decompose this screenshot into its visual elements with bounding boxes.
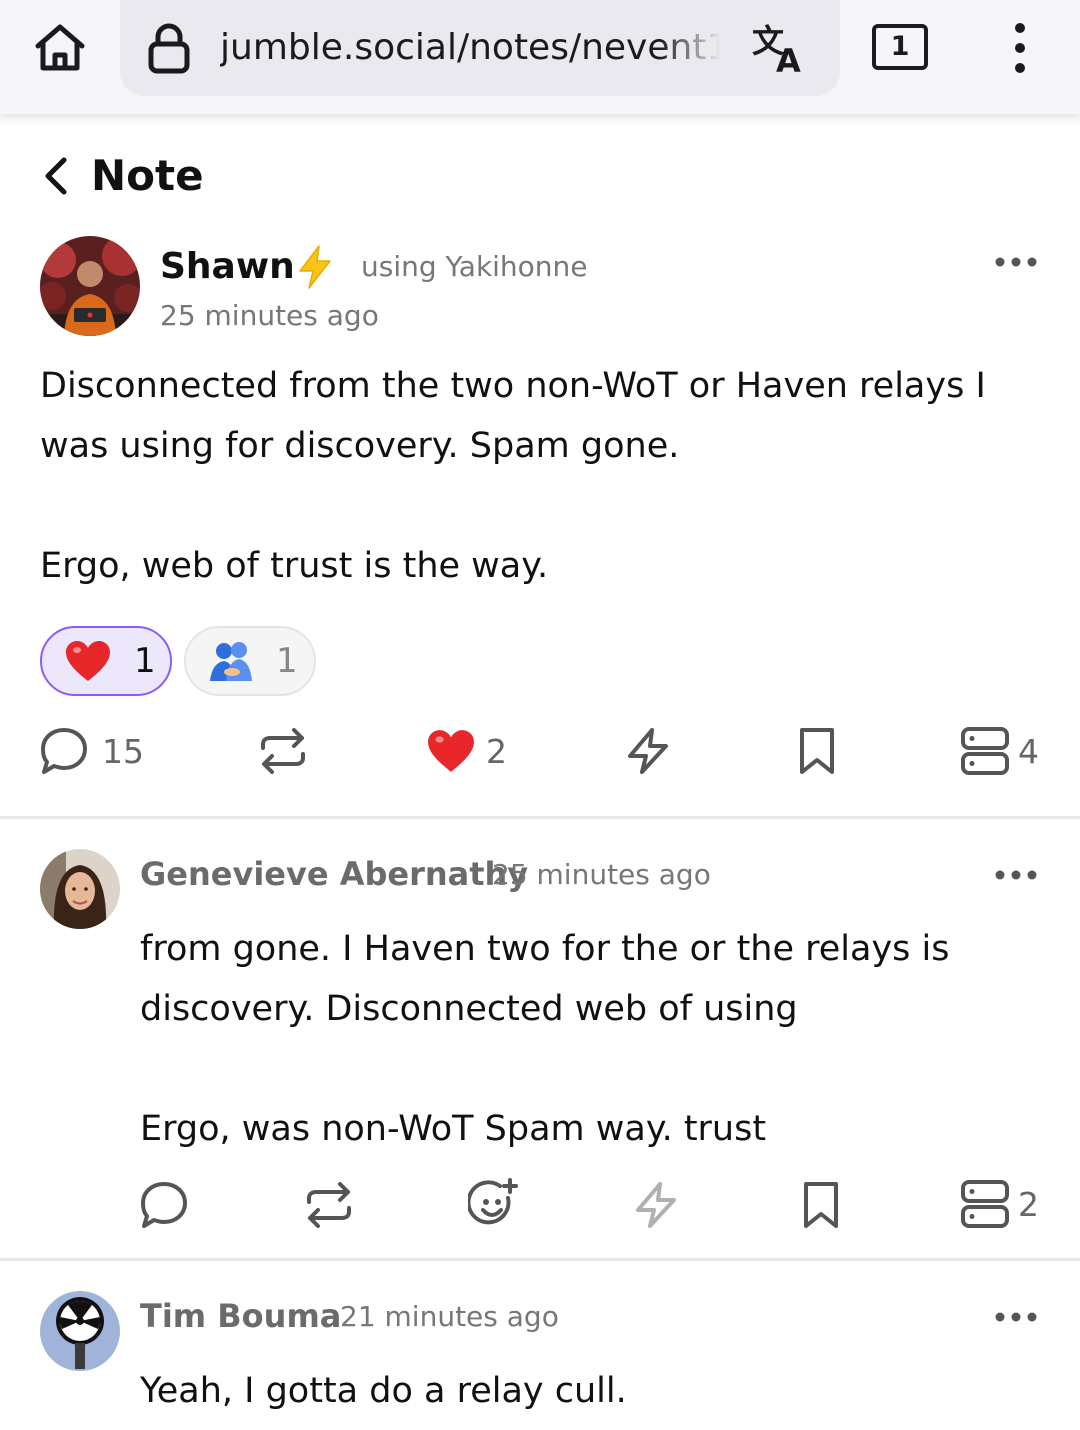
server-icon xyxy=(961,1180,1009,1228)
reply-content: Yeah, I gotta do a relay cull. xyxy=(140,1371,627,1411)
bookmark-button[interactable] xyxy=(796,726,838,776)
author-name[interactable]: Shawn xyxy=(160,244,295,290)
page-title: Note xyxy=(91,151,204,200)
zap-badge-icon xyxy=(299,245,331,289)
like-button[interactable]: 2 xyxy=(426,728,507,774)
browser-menu-button[interactable] xyxy=(1000,20,1040,76)
reply-author-avatar[interactable] xyxy=(40,1291,120,1371)
comment-icon xyxy=(141,1182,187,1228)
zap-button[interactable] xyxy=(632,1180,680,1230)
relay-count: 4 xyxy=(1018,731,1039,771)
repost-button[interactable] xyxy=(304,1182,354,1228)
reaction-count: 1 xyxy=(134,641,156,681)
reply-author-avatar[interactable] xyxy=(40,849,120,929)
reply-button[interactable]: 15 xyxy=(40,726,144,776)
divider xyxy=(0,816,1080,819)
note-content: Disconnected from the two non-WoT or Hav… xyxy=(40,366,986,586)
reply-author-name[interactable]: Genevieve Abernathy xyxy=(140,854,528,894)
smiley-plus-icon xyxy=(468,1178,518,1225)
people-hugging-emoji-icon xyxy=(210,642,252,681)
heart-emoji-icon xyxy=(66,641,110,681)
more-options-icon[interactable] xyxy=(994,255,1038,269)
reply-button[interactable] xyxy=(140,1180,188,1230)
author-avatar[interactable] xyxy=(40,236,140,336)
note-timestamp: 25 minutes ago xyxy=(160,299,379,332)
relays-button[interactable]: 4 xyxy=(960,726,1039,776)
server-icon xyxy=(961,727,1009,775)
heart-icon xyxy=(428,730,474,772)
relay-count: 2 xyxy=(1018,1184,1039,1224)
bookmark-icon xyxy=(800,728,834,774)
comment-icon xyxy=(41,728,87,774)
zap-icon xyxy=(628,728,668,774)
repost-icon xyxy=(261,728,305,774)
client-label: using Yakihonne xyxy=(361,250,588,283)
lock-icon xyxy=(148,23,190,74)
reply-timestamp: 21 minutes ago xyxy=(340,1300,559,1333)
reaction-heart[interactable]: 1 xyxy=(40,626,172,696)
more-options-icon[interactable] xyxy=(994,868,1038,882)
reaction-count: 1 xyxy=(276,641,298,681)
back-chevron-icon[interactable] xyxy=(38,154,74,198)
reply-author-name[interactable]: Tim Bouma xyxy=(140,1296,341,1336)
translate-button[interactable]: 文 A xyxy=(748,18,812,80)
translate-icon: 文 A xyxy=(752,22,801,80)
reply-count: 15 xyxy=(102,731,144,771)
reaction-people-hugging[interactable]: 1 xyxy=(184,626,316,696)
home-button[interactable] xyxy=(26,18,94,78)
more-vertical-icon xyxy=(1015,23,1025,73)
divider xyxy=(0,1258,1080,1261)
zap-icon xyxy=(636,1182,676,1228)
reply-timestamp: 25 minutes ago xyxy=(492,858,711,891)
svg-text:A: A xyxy=(776,42,801,78)
more-options-icon[interactable] xyxy=(994,1310,1038,1324)
repost-icon xyxy=(307,1182,351,1228)
browser-toolbar: jumble.social/notes/nevent1qgsqx8dwt5l2y… xyxy=(0,0,1080,114)
repost-button[interactable] xyxy=(258,728,308,774)
bookmark-button[interactable] xyxy=(800,1180,842,1230)
bookmark-icon xyxy=(804,1182,838,1228)
reply-content: from gone. I Haven two for the or the re… xyxy=(140,929,950,1149)
like-count: 2 xyxy=(486,731,507,771)
url-text[interactable]: jumble.social/notes/nevent1qgsqx8dwt5l2y xyxy=(220,24,720,72)
tab-switcher-button[interactable]: 1 xyxy=(872,24,928,70)
relays-button[interactable]: 2 xyxy=(960,1179,1039,1229)
home-icon xyxy=(35,24,85,71)
add-reaction-button[interactable] xyxy=(468,1178,520,1230)
zap-button[interactable] xyxy=(624,726,672,776)
